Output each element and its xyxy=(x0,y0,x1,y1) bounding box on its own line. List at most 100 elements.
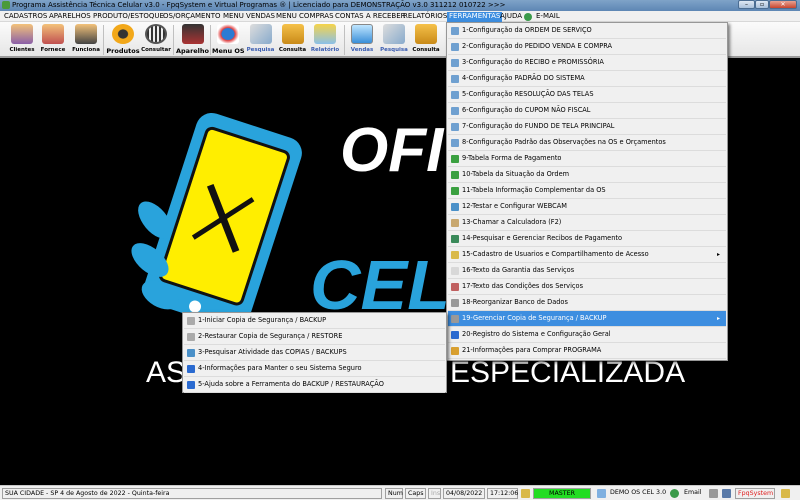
toolbar-vendas-button[interactable]: Vendas xyxy=(347,24,377,57)
menu-item-icon xyxy=(451,91,459,99)
email-icon[interactable] xyxy=(670,489,679,498)
menu-item-label: 18-Reorganizar Banco de Dados xyxy=(462,298,568,306)
toolbar-fornece-button[interactable]: Fornece xyxy=(39,24,67,57)
key-icon xyxy=(781,489,790,498)
toolbar-aparelho-button[interactable]: Aparelho xyxy=(176,24,209,57)
app-icon xyxy=(2,1,10,9)
ferramentas-item-1[interactable]: 1-Configuração da ORDEM DE SERVIÇO xyxy=(448,23,726,39)
menu-item-label: 3-Pesquisar Atividade das COPIAS / BACKU… xyxy=(198,348,347,356)
barcode-icon xyxy=(145,24,167,44)
menu-item-icon xyxy=(451,299,459,307)
menu-item-label: 9-Tabela Forma de Pagamento xyxy=(462,154,562,162)
status-brand: FpqSystem xyxy=(735,488,775,499)
toolbar-consulta-button[interactable]: Consulta xyxy=(278,24,307,57)
ferramentas-item-14[interactable]: 14-Pesquisar e Gerenciar Recibos de Paga… xyxy=(448,231,726,247)
toolbar-pesquisa-vendas-button[interactable]: Pesquisa xyxy=(379,24,409,57)
status-date: 04/08/2022 xyxy=(443,488,485,499)
menu-item-label: 11-Tabela Informação Complementar da OS xyxy=(462,186,606,194)
menu-vendas[interactable]: MENU VENDAS xyxy=(221,12,277,22)
ferramentas-item-13[interactable]: 13-Chamar a Calculadora (F2) xyxy=(448,215,726,231)
monitor-icon xyxy=(351,24,373,44)
menu-item-label: 5-Ajuda sobre a Ferramenta do BACKUP / R… xyxy=(198,380,384,388)
menu-item-icon xyxy=(187,365,195,373)
ferramentas-item-7[interactable]: 7-Configuração do FUNDO DE TELA PRINCIPA… xyxy=(448,119,726,135)
status-user: MASTER xyxy=(533,488,591,499)
ferramentas-item-18[interactable]: 18-Reorganizar Banco de Dados xyxy=(448,295,726,311)
print-icon[interactable] xyxy=(709,489,718,498)
menu-ferramentas[interactable]: FERRAMENTAS xyxy=(447,12,503,22)
menu-os-orcamento[interactable]: OS/ORÇAMENTO xyxy=(161,12,223,22)
minimize-button[interactable]: – xyxy=(738,0,755,9)
ferramentas-item-2[interactable]: 2-Configuração do PEDIDO VENDA E COMPRA xyxy=(448,39,726,55)
maximize-button[interactable]: ▫ xyxy=(755,0,769,9)
menu-ajuda[interactable]: AJUDA xyxy=(498,12,524,22)
menu-item-label: 12-Testar e Configurar WEBCAM xyxy=(462,202,567,210)
menu-item-icon xyxy=(187,349,195,357)
toolbar-consultar-button[interactable]: Consultar xyxy=(141,24,171,57)
menu-item-icon xyxy=(451,203,459,211)
menu-item-label: 6-Configuração do CUPOM NÃO FISCAL xyxy=(462,106,591,114)
status-email[interactable]: Email xyxy=(682,488,704,499)
menu-item-label: 14-Pesquisar e Gerenciar Recibos de Paga… xyxy=(462,234,623,242)
backup-item-3[interactable]: 3-Pesquisar Atividade das COPIAS / BACKU… xyxy=(184,345,445,361)
computer-icon[interactable] xyxy=(722,489,731,498)
ferramentas-item-6[interactable]: 6-Configuração do CUPOM NÃO FISCAL xyxy=(448,103,726,119)
menu-item-icon xyxy=(451,267,459,275)
ferramentas-item-20[interactable]: 20-Registro do Sistema e Configuração Ge… xyxy=(448,327,726,343)
ferramentas-item-10[interactable]: 10-Tabela da Situação da Ordem xyxy=(448,167,726,183)
ferramentas-item-12[interactable]: 12-Testar e Configurar WEBCAM xyxy=(448,199,726,215)
menu-item-label: 16-Texto da Garantia das Serviços xyxy=(462,266,575,274)
menu-cadastros[interactable]: CADASTROS xyxy=(2,12,49,22)
menu-contas-receber[interactable]: CONTAS A RECEBER xyxy=(333,12,408,22)
ferramentas-item-9[interactable]: 9-Tabela Forma de Pagamento xyxy=(448,151,726,167)
toolbar-clientes-button[interactable]: Clientes xyxy=(8,24,36,57)
ferramentas-item-16[interactable]: 16-Texto da Garantia das Serviços xyxy=(448,263,726,279)
toolbar-consulta-vendas-button[interactable]: Consulta xyxy=(411,24,441,57)
backup-item-5[interactable]: 5-Ajuda sobre a Ferramenta do BACKUP / R… xyxy=(184,377,445,393)
toolbar-produtos-button[interactable]: Produtos xyxy=(106,24,140,57)
logo-text-line1: OFI xyxy=(340,116,444,185)
status-bar: SUA CIDADE - SP 4 de Agosto de 2022 - Qu… xyxy=(0,485,800,500)
ferramentas-item-15[interactable]: 15-Cadastro de Usuarios e Compartilhamen… xyxy=(448,247,726,263)
ferramentas-item-5[interactable]: 5-Configuração RESOLUÇÃO DAS TELAS xyxy=(448,87,726,103)
products-icon xyxy=(112,24,134,44)
backup-item-4[interactable]: 4-Informações para Manter o seu Sistema … xyxy=(184,361,445,377)
toolbar-menu-os-button[interactable]: Menu OS xyxy=(212,24,245,57)
ferramentas-item-8[interactable]: 8-Configuração Padrão das Observações na… xyxy=(448,135,726,151)
menu-aparelhos[interactable]: APARELHOS xyxy=(47,12,93,22)
menu-email[interactable]: E-MAIL xyxy=(534,12,562,22)
menu-item-icon xyxy=(451,219,459,227)
menu-produto-estoque[interactable]: PRODUTO/ESTOQUE xyxy=(91,12,166,22)
menu-relatorios[interactable]: RELATÓRIOS xyxy=(401,12,449,22)
ferramentas-item-17[interactable]: 17-Texto das Condições dos Serviços xyxy=(448,279,726,295)
menu-item-label: 2-Configuração do PEDIDO VENDA E COMPRA xyxy=(462,42,613,50)
ferramentas-item-11[interactable]: 11-Tabela Informação Complementar da OS xyxy=(448,183,726,199)
database-icon xyxy=(597,489,606,498)
ferramentas-item-21[interactable]: 21-Informações para Comprar PROGRAMA xyxy=(448,343,726,359)
folder-icon xyxy=(281,24,304,44)
menu-item-icon xyxy=(451,331,459,339)
backup-item-1[interactable]: 1-Iniciar Copia de Segurança / BACKUP xyxy=(184,313,445,329)
menu-item-icon xyxy=(451,171,459,179)
menu-item-icon xyxy=(451,251,459,259)
toolbar-divider xyxy=(103,25,104,55)
toolbar-divider xyxy=(344,25,345,55)
supplier-icon xyxy=(42,24,64,44)
toolbar-relatorio-button[interactable]: Relatório xyxy=(309,24,341,57)
toolbar-pesquisa-button[interactable]: Pesquisa xyxy=(246,24,275,57)
status-num: Num xyxy=(385,488,403,499)
menu-item-icon xyxy=(451,347,459,355)
menu-item-icon xyxy=(451,187,459,195)
menu-item-label: 8-Configuração Padrão das Observações na… xyxy=(462,138,666,146)
email-globe-icon xyxy=(524,13,532,21)
ferramentas-item-19[interactable]: 19-Gerenciar Copia de Segurança / BACKUP… xyxy=(448,311,726,327)
close-button[interactable]: ✕ xyxy=(769,0,797,9)
toolbar-funciona-button[interactable]: Funciona xyxy=(71,24,101,57)
menu-item-icon xyxy=(451,107,459,115)
menu-compras[interactable]: MENU COMPRAS xyxy=(274,12,336,22)
backup-item-2[interactable]: 2-Restaurar Copia de Segurança / RESTORE xyxy=(184,329,445,345)
menu-item-label: 7-Configuração do FUNDO DE TELA PRINCIPA… xyxy=(462,122,615,130)
ferramentas-item-3[interactable]: 3-Configuração do RECIBO e PROMISSÓRIA xyxy=(448,55,726,71)
menu-item-label: 5-Configuração RESOLUÇÃO DAS TELAS xyxy=(462,90,594,98)
ferramentas-item-4[interactable]: 4-Configuração PADRÃO DO SISTEMA xyxy=(448,71,726,87)
